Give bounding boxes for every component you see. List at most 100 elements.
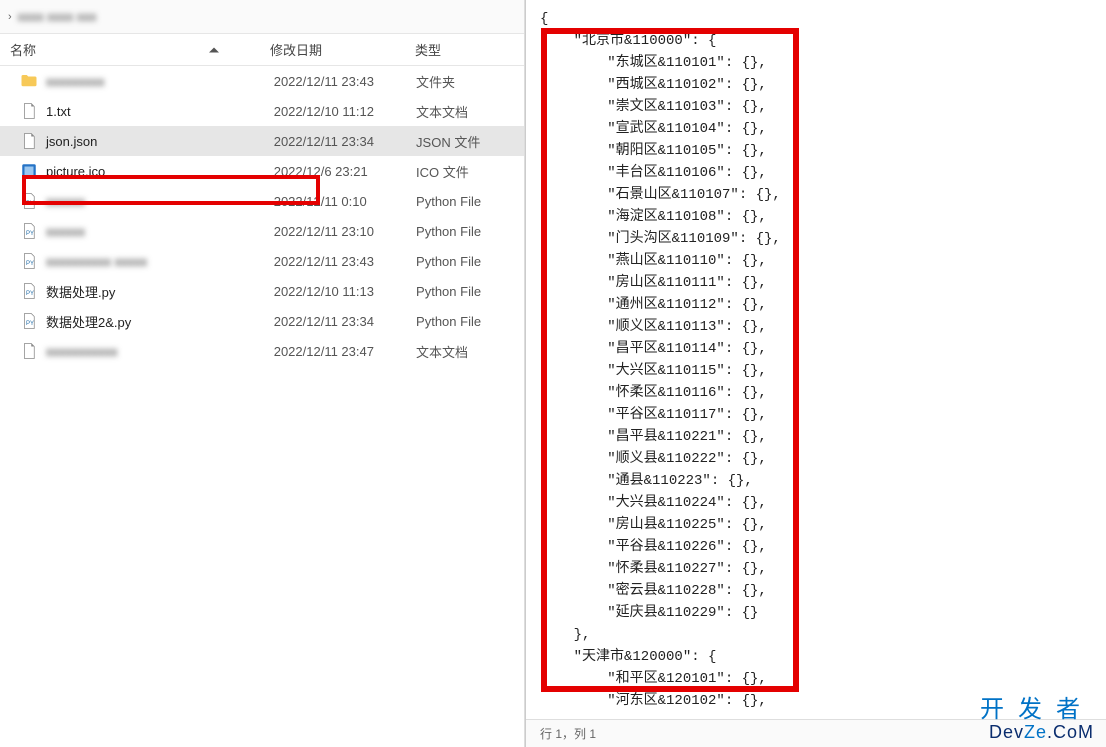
py-icon: PY	[20, 282, 38, 300]
svg-text:PY: PY	[26, 201, 34, 207]
editor-line: "平谷县&110226": {},	[540, 536, 1086, 558]
file-type: Python File	[416, 194, 524, 209]
file-type: Python File	[416, 224, 524, 239]
file-date: 2022/12/11 23:47	[274, 344, 416, 359]
editor-line: "怀柔县&110227": {},	[540, 558, 1086, 580]
file-row[interactable]: picture.ico2022/12/6 23:21ICO 文件	[0, 156, 524, 186]
editor-line: "昌平县&110221": {},	[540, 426, 1086, 448]
editor-line: "崇文区&110103": {},	[540, 96, 1086, 118]
editor-line: "怀柔区&110116": {},	[540, 382, 1086, 404]
editor-line: "北京市&110000": {	[540, 30, 1086, 52]
editor-line: "昌平区&110114": {},	[540, 338, 1086, 360]
editor-line: "河东区&120102": {},	[540, 690, 1086, 712]
editor-line: "门头沟区&110109": {},	[540, 228, 1086, 250]
file-date: 2022/12/11 23:43	[274, 254, 416, 269]
columns-header: 名称 修改日期 类型	[0, 34, 524, 66]
cursor-position: 行 1，列 1	[540, 725, 596, 742]
breadcrumb-back-icon: ›	[8, 11, 12, 23]
editor-line: "朝阳区&110105": {},	[540, 140, 1086, 162]
editor-line: "东城区&110101": {},	[540, 52, 1086, 74]
file-row[interactable]: PY 数据处理.py2022/12/10 11:13Python File	[0, 276, 524, 306]
file-row[interactable]: 1.txt2022/12/10 11:12文本文档	[0, 96, 524, 126]
file-row[interactable]: PY xxxxxx2022/12/11 23:10Python File	[0, 216, 524, 246]
file-name: xxxxxxxxxx xxxxx	[46, 254, 274, 269]
file-date: 2022/12/11 23:34	[274, 314, 416, 329]
txt-icon	[20, 132, 38, 150]
file-name: xxxxxx	[46, 194, 274, 209]
py-icon: PY	[20, 312, 38, 330]
editor-line: "丰台区&110106": {},	[540, 162, 1086, 184]
editor-line: "和平区&120101": {},	[540, 668, 1086, 690]
editor-line: "宣武区&110104": {},	[540, 118, 1086, 140]
file-explorer: › xxxx xxxx xxx 名称 修改日期 类型 xxxxxxxxx2022…	[0, 0, 525, 747]
file-date: 2022/12/11 23:10	[274, 224, 416, 239]
file-row[interactable]: xxxxxxxxxxx2022/12/11 23:47文本文档	[0, 336, 524, 366]
file-name: picture.ico	[46, 164, 274, 179]
file-row[interactable]: xxxxxxxxx2022/12/11 23:43文件夹	[0, 66, 524, 96]
file-name: 数据处理2&.py	[46, 312, 274, 331]
editor-line: },	[540, 624, 1086, 646]
file-date: 2022/12/11 0:10	[274, 194, 416, 209]
file-type: 文件夹	[416, 72, 524, 91]
txt-icon	[20, 342, 38, 360]
column-header-type-label: 类型	[415, 40, 441, 59]
file-row[interactable]: PY 数据处理2&.py2022/12/11 23:34Python File	[0, 306, 524, 336]
breadcrumb-segment[interactable]: xxxx xxxx xxx	[18, 9, 97, 24]
svg-text:PY: PY	[26, 321, 34, 327]
editor-line: "顺义区&110113": {},	[540, 316, 1086, 338]
editor-line: "天津市&120000": {	[540, 646, 1086, 668]
py-icon: PY	[20, 192, 38, 210]
txt-icon	[20, 102, 38, 120]
file-date: 2022/12/6 23:21	[274, 164, 416, 179]
editor-line: "燕山区&110110": {},	[540, 250, 1086, 272]
editor-line: "西城区&110102": {},	[540, 74, 1086, 96]
file-row[interactable]: json.json2022/12/11 23:34JSON 文件	[0, 126, 524, 156]
file-type: Python File	[416, 284, 524, 299]
folder-icon	[20, 72, 38, 90]
file-name: 数据处理.py	[46, 282, 274, 301]
editor-line: "平谷区&110117": {},	[540, 404, 1086, 426]
file-type: Python File	[416, 314, 524, 329]
column-header-type[interactable]: 类型	[405, 34, 515, 65]
file-name: 1.txt	[46, 104, 274, 119]
editor-line: "延庆县&110229": {}	[540, 602, 1086, 624]
editor-line: "大兴区&110115": {},	[540, 360, 1086, 382]
editor-line: "房山区&110111": {},	[540, 272, 1086, 294]
file-name: xxxxxxxxx	[46, 74, 274, 89]
column-header-name[interactable]: 名称	[0, 34, 260, 65]
file-name: xxxxxxxxxxx	[46, 344, 274, 359]
svg-text:PY: PY	[26, 291, 34, 297]
file-type: 文本文档	[416, 342, 524, 361]
file-date: 2022/12/11 23:43	[274, 74, 416, 89]
file-type: Python File	[416, 254, 524, 269]
editor-line: "通县&110223": {},	[540, 470, 1086, 492]
file-type: ICO 文件	[416, 162, 524, 181]
file-row[interactable]: PY xxxxxx2022/12/11 0:10Python File	[0, 186, 524, 216]
py-icon: PY	[20, 222, 38, 240]
file-date: 2022/12/11 23:34	[274, 134, 416, 149]
file-date: 2022/12/10 11:13	[274, 284, 416, 299]
file-type: JSON 文件	[416, 132, 524, 151]
file-date: 2022/12/10 11:12	[274, 104, 416, 119]
ico-icon	[20, 162, 38, 180]
column-header-date[interactable]: 修改日期	[260, 34, 405, 65]
file-name: xxxxxx	[46, 224, 274, 239]
file-row[interactable]: PY xxxxxxxxxx xxxxx2022/12/11 23:43Python…	[0, 246, 524, 276]
editor-line: "通州区&110112": {},	[540, 294, 1086, 316]
file-list[interactable]: xxxxxxxxx2022/12/11 23:43文件夹1.txt2022/12…	[0, 66, 524, 747]
breadcrumb[interactable]: › xxxx xxxx xxx	[0, 0, 524, 34]
editor-line: "密云县&110228": {},	[540, 580, 1086, 602]
editor-line: "顺义县&110222": {},	[540, 448, 1086, 470]
column-header-name-label: 名称	[10, 40, 36, 59]
svg-text:PY: PY	[26, 261, 34, 267]
editor-line: {	[540, 8, 1086, 30]
text-editor: { "北京市&110000": { "东城区&110101": {}, "西城区…	[525, 0, 1106, 747]
editor-line: "房山县&110225": {},	[540, 514, 1086, 536]
editor-content[interactable]: { "北京市&110000": { "东城区&110101": {}, "西城区…	[526, 0, 1106, 719]
editor-line: "石景山区&110107": {},	[540, 184, 1086, 206]
editor-line: "大兴县&110224": {},	[540, 492, 1086, 514]
sort-ascending-icon	[209, 47, 219, 52]
editor-line: "海淀区&110108": {},	[540, 206, 1086, 228]
editor-statusbar: 行 1，列 1	[526, 719, 1106, 747]
svg-text:PY: PY	[26, 231, 34, 237]
